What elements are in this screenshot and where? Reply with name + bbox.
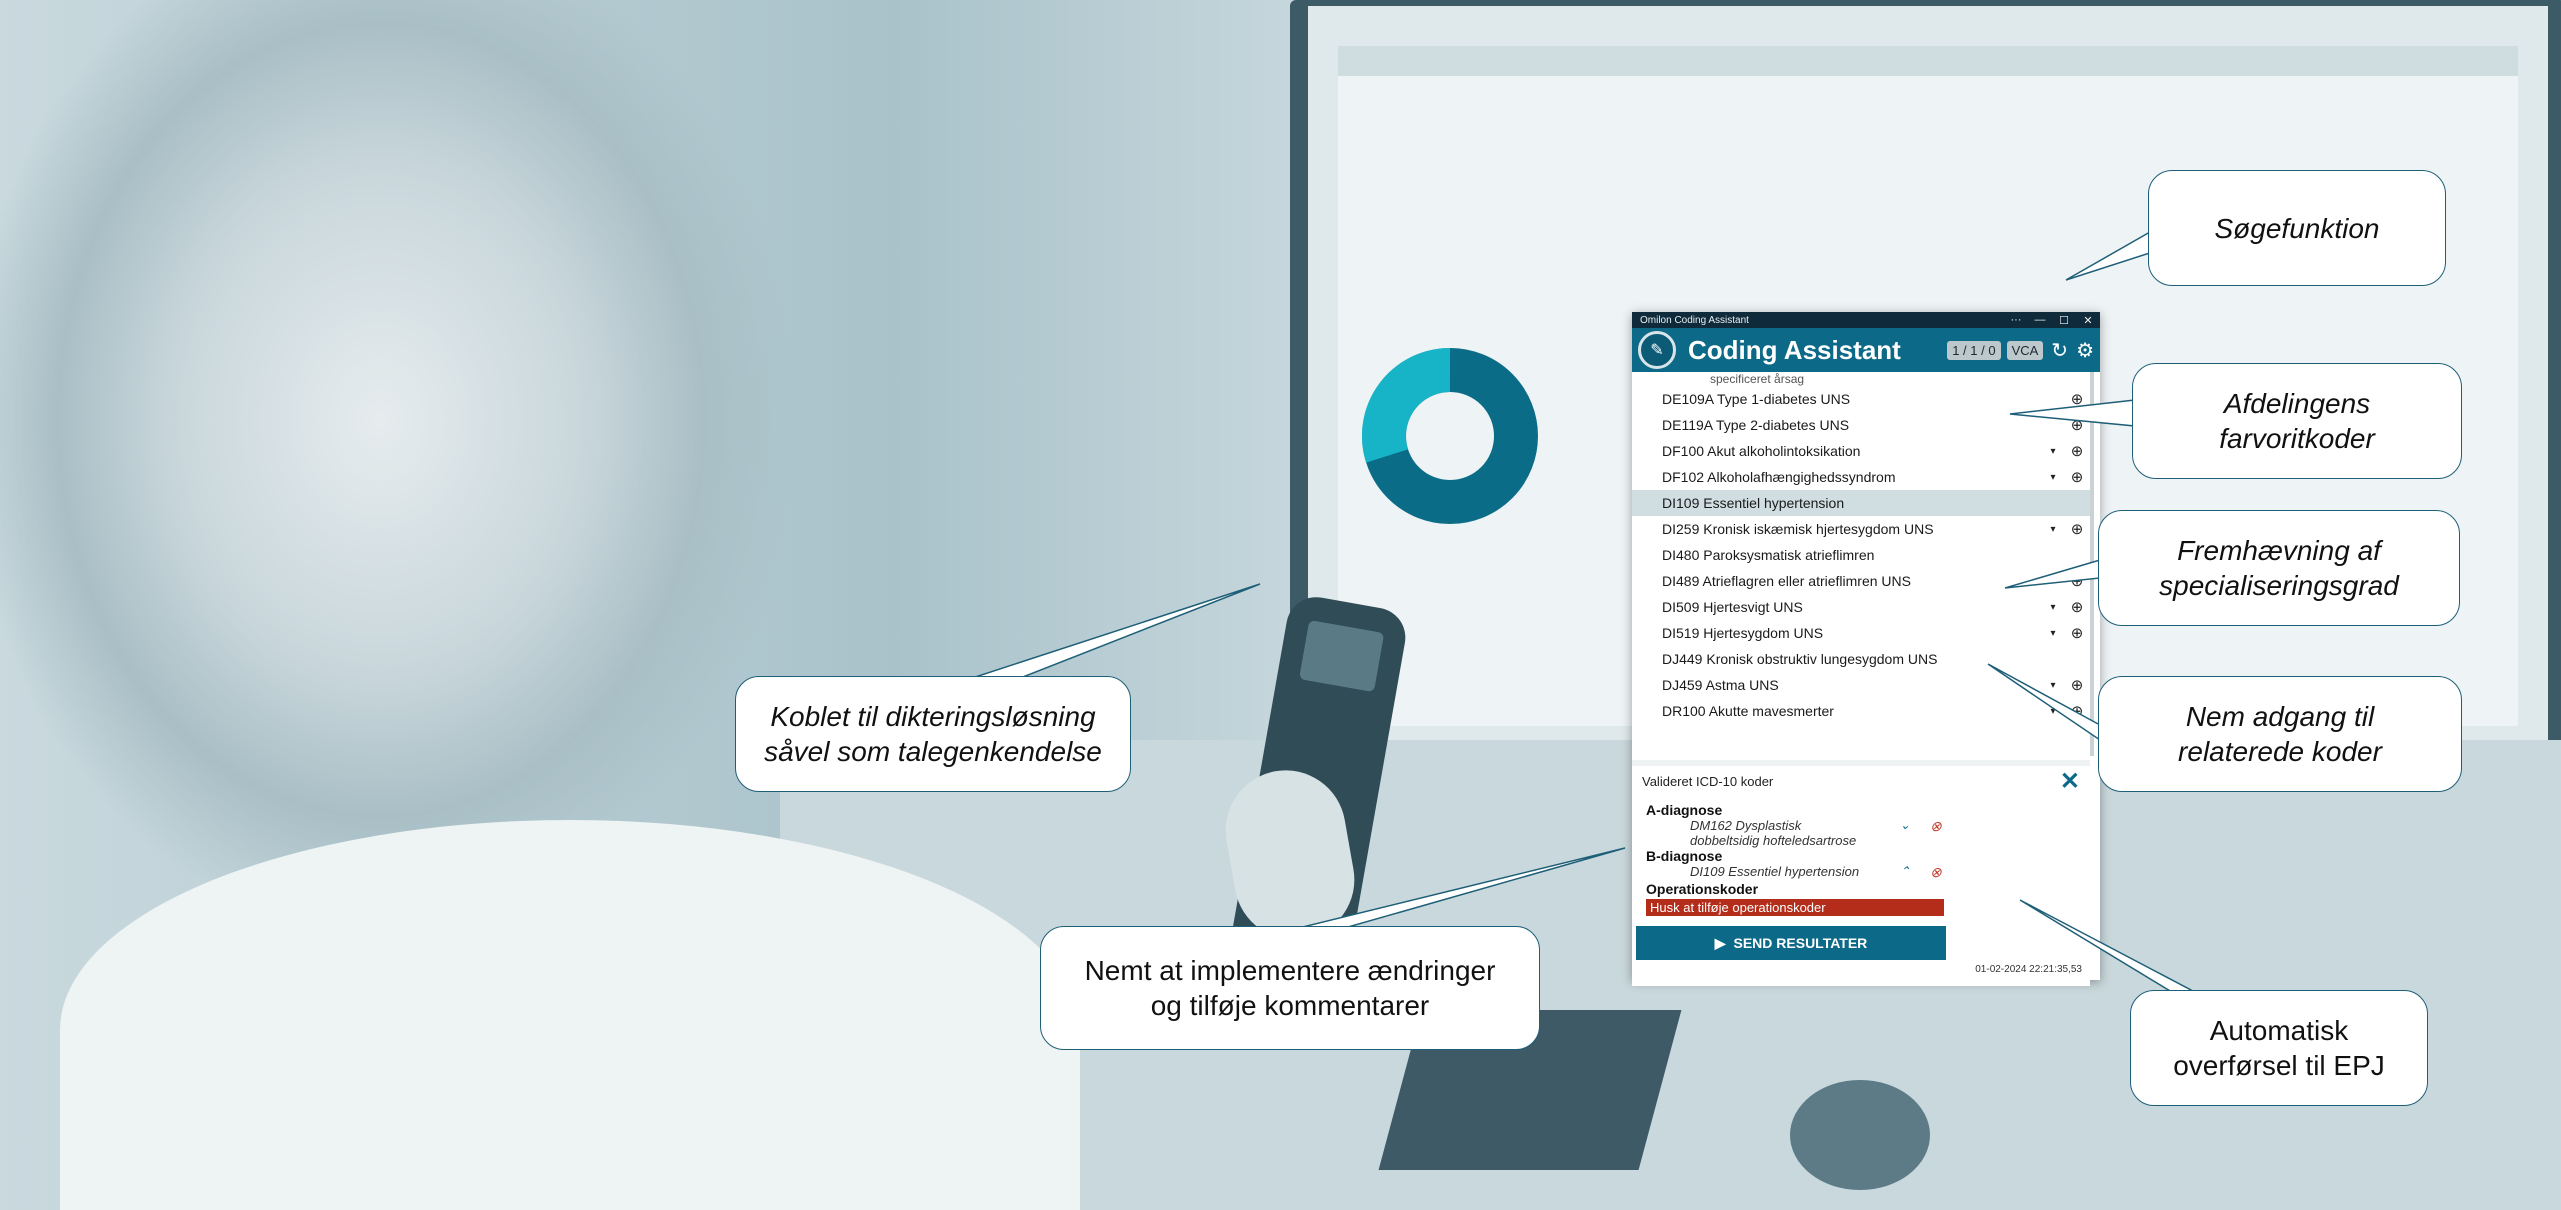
callout-text-line1: Fremhævning af — [2177, 535, 2381, 566]
callout-specialization-highlight: Fremhævning af specialiseringsgrad — [2098, 510, 2460, 626]
callout-text: Søgefunktion — [2214, 212, 2380, 244]
callout-text-line1: Nem adgang til — [2185, 701, 2375, 732]
callout-text-line1: Nemt at implementere ændringer — [1084, 955, 1496, 986]
callout-text-line1: Afdelingens — [2223, 388, 2371, 419]
callout-text-line2: specialiseringsgrad — [2159, 570, 2399, 601]
callout-auto-transfer: Automatisk overførsel til EPJ — [2130, 990, 2428, 1106]
callout-search-function: Søgefunktion — [2148, 170, 2446, 286]
callout-easy-changes: Nemt at implementere ændringer og tilføj… — [1040, 926, 1540, 1050]
callout-text-line2: såvel som talegenkendelse — [764, 736, 1102, 767]
callout-text-line1: Automatisk — [2209, 1015, 2349, 1046]
callout-text-line2: overførsel til EPJ — [2173, 1050, 2385, 1081]
callout-related-codes: Nem adgang til relaterede koder — [2098, 676, 2462, 792]
callout-dictation-link: Koblet til dikteringsløsning såvel som t… — [735, 676, 1131, 792]
callout-text-line2: relaterede koder — [2178, 736, 2382, 767]
callout-text-line1: Koblet til dikteringsløsning — [770, 701, 1096, 732]
callout-text-line2: farvoritkoder — [2219, 423, 2375, 454]
callout-favorite-codes: Afdelingens farvoritkoder — [2132, 363, 2462, 479]
callout-text-line2: og tilføje kommentarer — [1150, 990, 1430, 1021]
